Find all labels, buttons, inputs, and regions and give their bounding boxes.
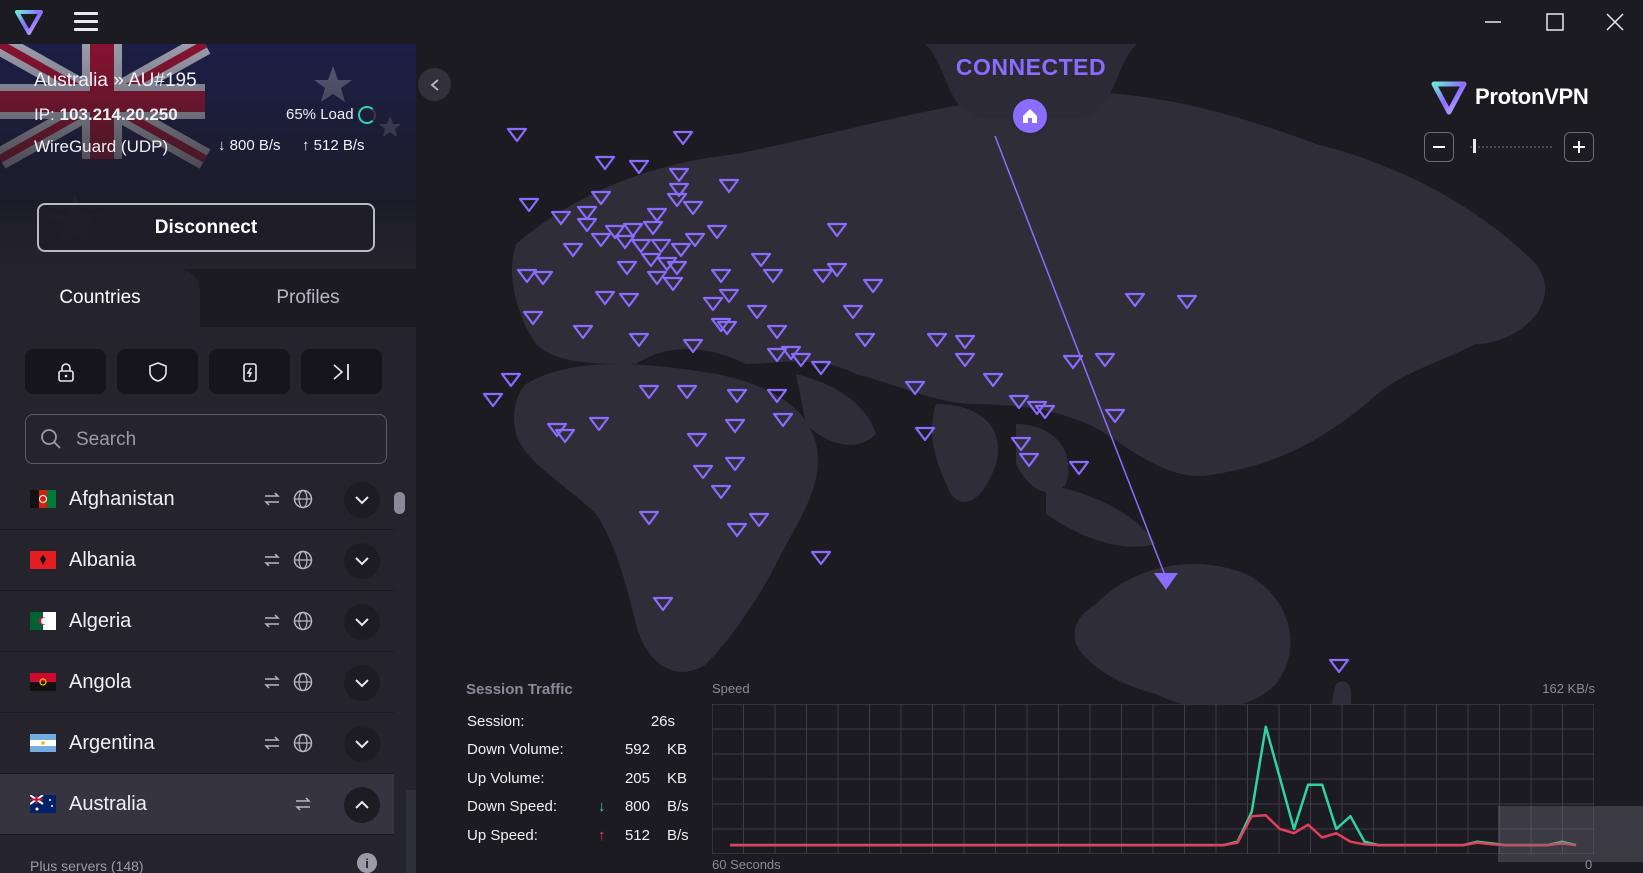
flag-afghanistan-icon bbox=[30, 490, 56, 508]
flag-albania-icon bbox=[30, 551, 56, 569]
info-icon[interactable]: i bbox=[357, 853, 377, 873]
down-speed-unit: B/s bbox=[667, 798, 689, 815]
split-tunnel-icon[interactable] bbox=[301, 349, 382, 394]
country-row-albania[interactable]: Albania bbox=[0, 530, 394, 591]
up-volume-value: 205 bbox=[624, 770, 650, 787]
country-row-australia[interactable]: Australia bbox=[0, 774, 394, 835]
p2p-icon bbox=[264, 736, 280, 750]
maximize-icon[interactable] bbox=[1540, 8, 1570, 36]
up-speed-unit: B/s bbox=[667, 827, 689, 844]
tab-bar: Countries Profiles bbox=[0, 269, 416, 327]
speed-chart bbox=[712, 704, 1594, 854]
p2p-icon bbox=[264, 614, 280, 628]
search-box bbox=[25, 414, 387, 464]
disconnect-button[interactable]: Disconnect bbox=[37, 203, 375, 252]
zoom-in-button[interactable] bbox=[1564, 132, 1594, 162]
scrollbar-thumb[interactable] bbox=[394, 492, 405, 514]
plus-servers-header: Plus servers (148) bbox=[30, 858, 144, 873]
home-icon[interactable] bbox=[1010, 96, 1050, 136]
ip-address: IP: 103.214.20.250 bbox=[34, 105, 178, 124]
chart-x-label: 60 Seconds bbox=[712, 857, 781, 872]
tab-countries[interactable]: Countries bbox=[0, 269, 200, 327]
arrow-down-icon: ↓ bbox=[218, 137, 226, 154]
session-label: Session: bbox=[467, 713, 525, 730]
up-volume-label: Up Volume: bbox=[467, 770, 545, 787]
p2p-icon bbox=[264, 553, 280, 567]
menu-icon[interactable] bbox=[74, 12, 98, 32]
flag-algeria-icon bbox=[30, 612, 56, 630]
country-row-afghanistan[interactable]: Afghanistan bbox=[0, 469, 394, 530]
chevron-down-icon[interactable] bbox=[344, 604, 380, 640]
zoom-out-button[interactable] bbox=[1424, 132, 1454, 162]
flag-argentina-icon bbox=[30, 734, 56, 752]
globe-icon bbox=[293, 672, 313, 692]
server-load: 65% Load bbox=[286, 106, 354, 123]
minimize-icon[interactable] bbox=[1478, 8, 1508, 36]
chevron-down-icon[interactable] bbox=[344, 482, 380, 518]
down-volume-label: Down Volume: bbox=[467, 741, 564, 758]
shield-icon[interactable] bbox=[117, 349, 198, 394]
traffic-title: Session Traffic bbox=[466, 681, 573, 698]
download-speed: ↓ 800 B/s bbox=[218, 137, 281, 154]
down-speed-label: Down Speed: bbox=[467, 798, 558, 815]
p2p-icon bbox=[264, 675, 280, 689]
globe-icon bbox=[293, 611, 313, 631]
up-speed-label: Up Speed: bbox=[467, 827, 538, 844]
upload-speed: ↑ 512 B/s bbox=[302, 137, 365, 154]
globe-icon bbox=[293, 733, 313, 753]
search-icon bbox=[40, 428, 62, 450]
connection-status: CONNECTED bbox=[955, 54, 1107, 80]
search-input[interactable] bbox=[76, 425, 376, 455]
down-speed-value: 800 bbox=[624, 798, 650, 815]
chart-speed-label: Speed bbox=[712, 681, 750, 696]
arrow-up-icon: ↑ bbox=[302, 137, 310, 154]
scrollbar-track[interactable] bbox=[406, 790, 416, 873]
zoom-slider-handle[interactable] bbox=[1473, 139, 1476, 153]
connection-header: Australia » AU#195 IP: 103.214.20.250 65… bbox=[0, 44, 416, 269]
country-row-argentina[interactable]: Argentina bbox=[0, 713, 394, 774]
up-volume-unit: KB bbox=[667, 770, 688, 787]
title-bar bbox=[0, 0, 1643, 44]
chevron-down-icon[interactable] bbox=[344, 543, 380, 579]
load-ring-icon bbox=[358, 106, 376, 124]
chart-max-label: 162 KB/s bbox=[1542, 681, 1595, 696]
globe-icon bbox=[293, 550, 313, 570]
down-volume-value: 592 bbox=[624, 741, 650, 758]
country-row-algeria[interactable]: Algeria bbox=[0, 591, 394, 652]
up-speed-value: 512 bbox=[624, 827, 650, 844]
secure-core-icon[interactable] bbox=[209, 349, 290, 394]
protocol: WireGuard (UDP) bbox=[34, 137, 169, 156]
flag-angola-icon bbox=[30, 673, 56, 691]
close-icon[interactable] bbox=[1600, 8, 1630, 36]
server-name: Australia » AU#195 bbox=[34, 70, 197, 91]
lock-icon[interactable] bbox=[25, 349, 106, 394]
proton-logo-icon bbox=[14, 8, 44, 36]
country-row-angola[interactable]: Angola bbox=[0, 652, 394, 713]
down-volume-unit: KB bbox=[667, 741, 688, 758]
brand-name: ProtonVPN bbox=[1475, 84, 1589, 109]
filter-bar bbox=[0, 349, 416, 395]
p2p-icon bbox=[295, 797, 311, 811]
chevron-up-icon[interactable] bbox=[344, 787, 380, 823]
globe-icon bbox=[293, 489, 313, 509]
chevron-down-icon[interactable] bbox=[344, 665, 380, 701]
tab-profiles[interactable]: Profiles bbox=[200, 269, 416, 327]
collapse-sidebar-button[interactable] bbox=[418, 68, 451, 101]
p2p-icon bbox=[264, 492, 280, 506]
chevron-down-icon[interactable] bbox=[344, 726, 380, 762]
session-value: 26s bbox=[650, 713, 675, 730]
country-list: Afghanistan Albania Algeria Angola Argen… bbox=[0, 469, 394, 857]
zoom-track[interactable] bbox=[1470, 146, 1552, 148]
overlay-box bbox=[1498, 806, 1643, 862]
flag-australia-icon bbox=[30, 795, 56, 813]
